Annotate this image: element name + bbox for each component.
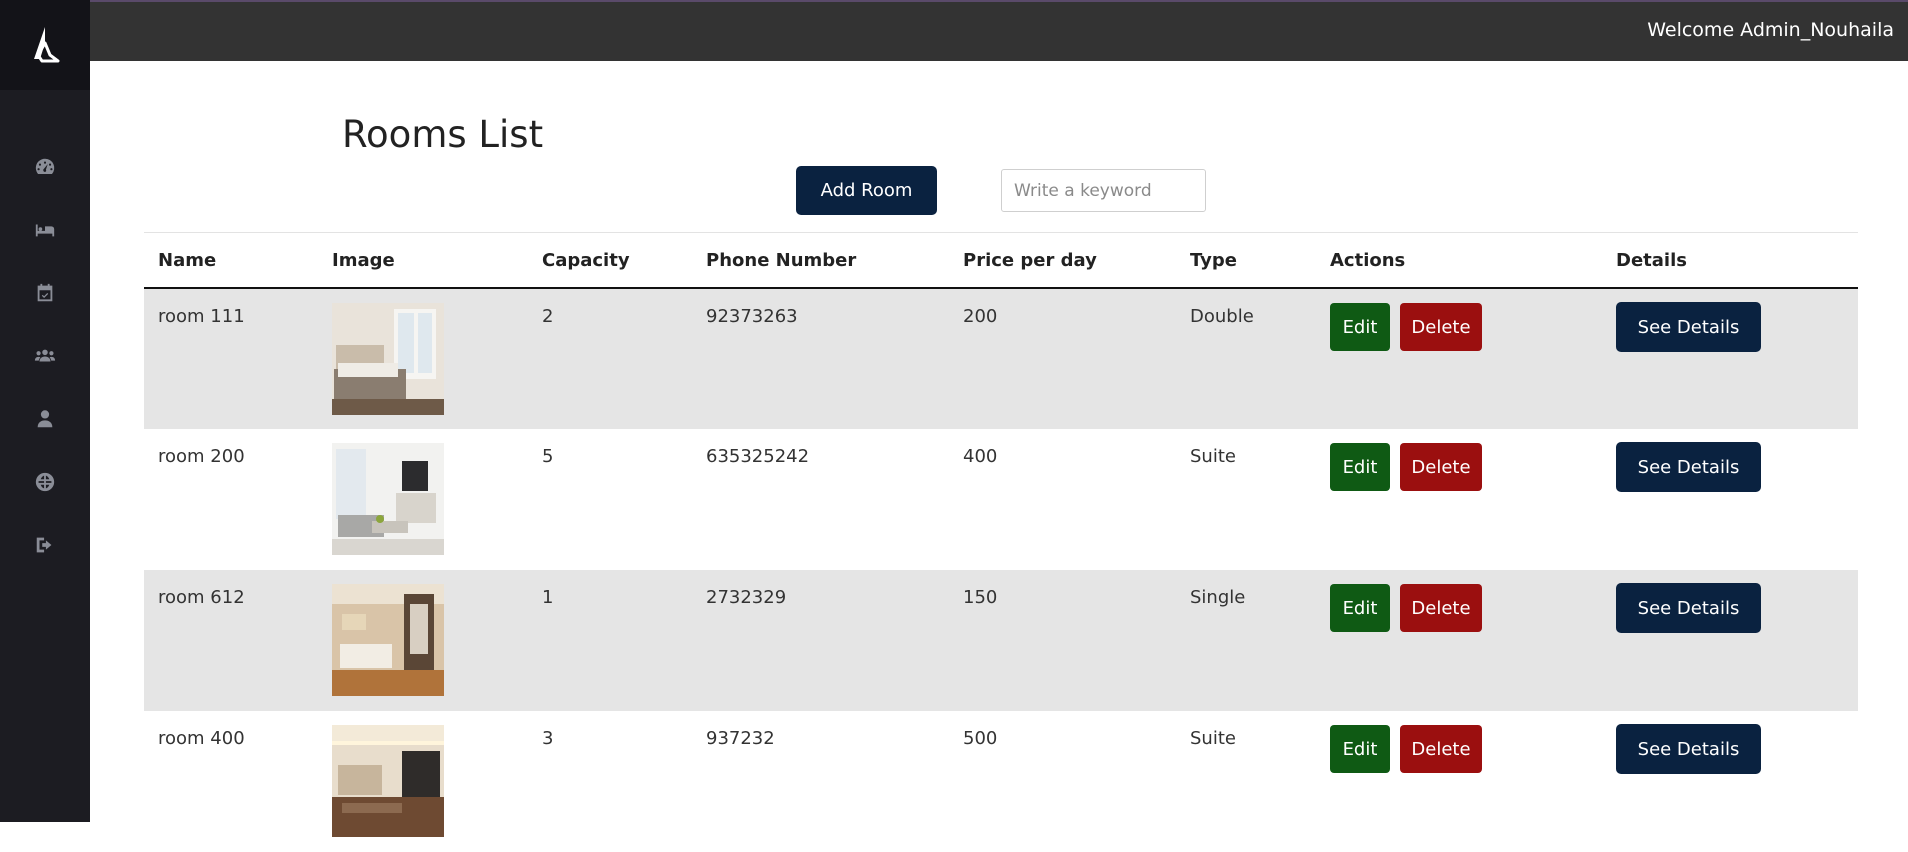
- main-content: Rooms List Add Room Name Image Capacity …: [90, 61, 1908, 837]
- page-title: Rooms List: [342, 113, 544, 156]
- edit-button[interactable]: Edit: [1330, 443, 1390, 491]
- header-name: Name: [144, 233, 318, 289]
- sidebar-item-rooms[interactable]: [0, 198, 90, 261]
- rooms-table-container: Name Image Capacity Phone Number Price p…: [144, 232, 1858, 852]
- users-icon: [34, 349, 56, 361]
- logout-icon: [36, 537, 52, 552]
- header-capacity: Capacity: [528, 233, 692, 289]
- room-image[interactable]: [332, 443, 444, 555]
- sidebar-item-reservations[interactable]: [0, 261, 90, 324]
- room-image-cell: [318, 711, 528, 852]
- calendar-icon: [37, 283, 53, 301]
- logo-icon[interactable]: [0, 0, 90, 90]
- header-image: Image: [318, 233, 528, 289]
- see-details-button[interactable]: See Details: [1616, 302, 1761, 352]
- welcome-message: Welcome Admin_Nouhaila: [1647, 19, 1894, 41]
- room-actions: Edit Delete: [1316, 429, 1602, 570]
- room-name: room 111: [144, 288, 318, 429]
- room-phone: 2732329: [692, 570, 949, 711]
- bed-icon: [35, 224, 55, 236]
- search-input[interactable]: [1001, 169, 1206, 212]
- sidebar-item-logout[interactable]: [0, 513, 90, 576]
- room-actions: Edit Delete: [1316, 288, 1602, 429]
- room-image[interactable]: [332, 303, 444, 415]
- header-price: Price per day: [949, 233, 1176, 289]
- see-details-button[interactable]: See Details: [1616, 724, 1761, 774]
- table-row: room 612 1 2732329 150 Single Edit Delet…: [144, 570, 1858, 711]
- see-details-button[interactable]: See Details: [1616, 583, 1761, 633]
- room-name: room 200: [158, 446, 245, 467]
- room-name: room 612: [144, 570, 318, 711]
- header-details: Details: [1602, 233, 1858, 289]
- table-row: room 200 5 635325242 400 Suite Edit Dele…: [144, 429, 1858, 570]
- edit-button[interactable]: Edit: [1330, 303, 1390, 351]
- top-bar: Welcome Admin_Nouhaila: [90, 0, 1908, 61]
- room-type: Double: [1176, 288, 1316, 429]
- room-price: 500: [963, 728, 998, 749]
- room-details: See Details: [1602, 711, 1858, 852]
- room-capacity: 1: [528, 570, 692, 711]
- room-price: 400: [963, 446, 998, 467]
- room-details: See Details: [1602, 429, 1858, 570]
- room-image[interactable]: [332, 584, 444, 696]
- sidebar-item-website[interactable]: [0, 450, 90, 513]
- table-row: room 400 3 937232 500 Suite Edit Delete …: [144, 711, 1858, 852]
- room-details: See Details: [1602, 570, 1858, 711]
- sidebar-item-clients[interactable]: [0, 324, 90, 387]
- room-image[interactable]: [332, 725, 444, 837]
- rooms-table: Name Image Capacity Phone Number Price p…: [144, 233, 1858, 852]
- room-phone: 635325242: [706, 446, 810, 467]
- delete-button[interactable]: Delete: [1400, 443, 1482, 491]
- room-actions: Edit Delete: [1316, 711, 1602, 852]
- room-capacity: 5: [542, 446, 554, 467]
- room-capacity: 2: [528, 288, 692, 429]
- see-details-button[interactable]: See Details: [1616, 442, 1761, 492]
- dashboard-icon: [35, 158, 55, 174]
- header-phone: Phone Number: [692, 233, 949, 289]
- globe-icon: [35, 472, 55, 491]
- header-type: Type: [1176, 233, 1316, 289]
- header-actions: Actions: [1316, 233, 1602, 289]
- room-capacity: 3: [542, 728, 554, 749]
- delete-button[interactable]: Delete: [1400, 584, 1482, 632]
- room-type: Single: [1176, 570, 1316, 711]
- table-row: room 111 2 92373263 200 Double Edit Dele…: [144, 288, 1858, 429]
- room-phone: 92373263: [692, 288, 949, 429]
- table-header-row: Name Image Capacity Phone Number Price p…: [144, 233, 1858, 289]
- room-type: Suite: [1190, 728, 1236, 749]
- delete-button[interactable]: Delete: [1400, 725, 1482, 773]
- room-price: 150: [949, 570, 1176, 711]
- sidebar-nav: [0, 135, 90, 576]
- room-image-cell: [318, 429, 528, 570]
- room-image-cell: [318, 288, 528, 429]
- sidebar-item-dashboard[interactable]: [0, 135, 90, 198]
- edit-button[interactable]: Edit: [1330, 725, 1390, 773]
- room-type: Suite: [1190, 446, 1236, 467]
- sidebar-item-profile[interactable]: [0, 387, 90, 450]
- room-price: 200: [949, 288, 1176, 429]
- delete-button[interactable]: Delete: [1400, 303, 1482, 351]
- edit-button[interactable]: Edit: [1330, 584, 1390, 632]
- add-room-button[interactable]: Add Room: [796, 166, 937, 215]
- user-icon: [37, 409, 53, 427]
- room-name: room 400: [158, 728, 245, 749]
- room-image-cell: [318, 570, 528, 711]
- sidebar: [0, 0, 90, 822]
- room-details: See Details: [1602, 288, 1858, 429]
- room-actions: Edit Delete: [1316, 570, 1602, 711]
- room-phone: 937232: [706, 728, 775, 749]
